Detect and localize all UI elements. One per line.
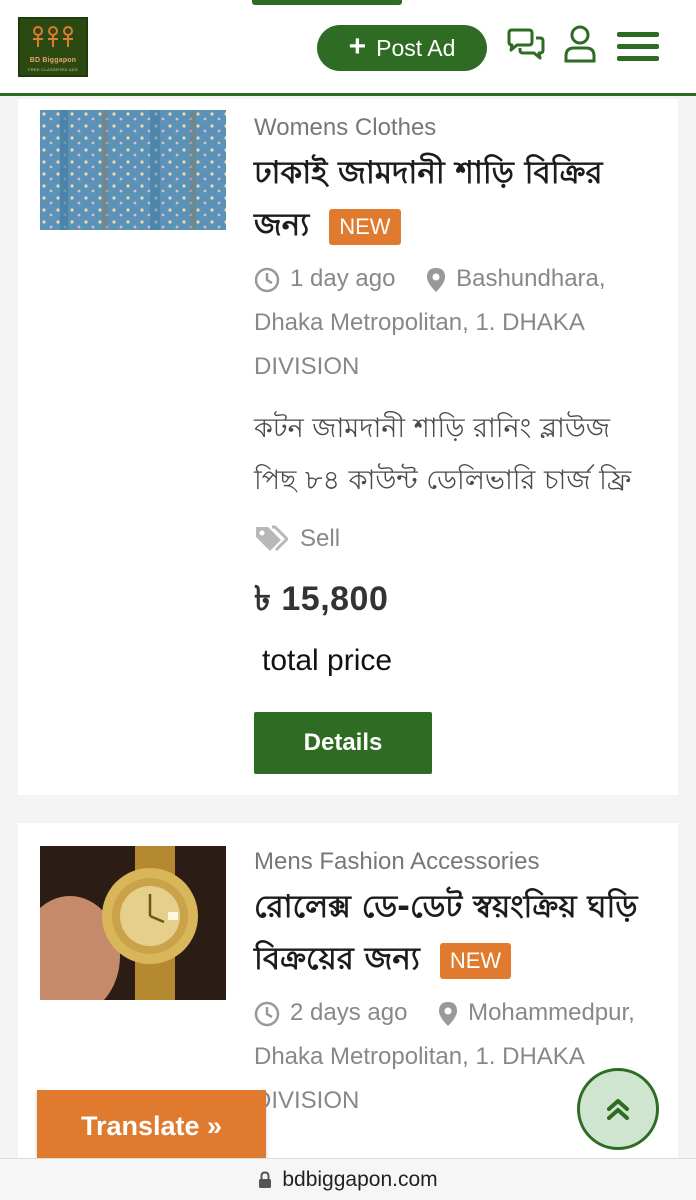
lock-icon — [259, 1170, 272, 1188]
listing-price-note: total price — [262, 644, 393, 677]
listing-time: 2 days ago — [290, 999, 408, 1026]
tag-icon — [256, 525, 288, 552]
new-badge: NEW — [329, 208, 401, 245]
listing-title[interactable]: রোলেক্স ডে-ডেট স্বয়ংক্রিয় ঘড়ি বিক্রয়… — [254, 881, 654, 985]
listing-thumbnail[interactable] — [40, 846, 226, 1000]
listing-time: 1 day ago — [290, 265, 396, 292]
listing-tag-label: Sell — [300, 525, 341, 552]
listing-category[interactable]: Womens Clothes — [254, 113, 654, 143]
listing-description: কটন জামদানী শাড়ি রানিং ব্লাউজ পিছ ৮৪ কা… — [254, 413, 632, 496]
details-button[interactable]: Details — [254, 712, 432, 774]
location-pin-icon — [439, 1001, 458, 1026]
plus-icon: + — [348, 29, 367, 63]
listing-title-text[interactable]: ঢাকাই জামদানী শাড়ি বিক্রির জন্য — [254, 155, 603, 243]
browser-url-bar[interactable]: bdbiggapon.com — [0, 1158, 696, 1200]
listing-tag: Sell — [254, 525, 654, 553]
chat-icon[interactable] — [505, 27, 547, 63]
user-icon[interactable] — [563, 24, 597, 64]
logo-tagline: FREE CLASSIFIED ADS — [28, 67, 78, 72]
location-pin-icon — [427, 267, 446, 292]
post-ad-label: Post Ad — [376, 34, 456, 61]
post-ad-button[interactable]: + Post Ad — [317, 25, 487, 71]
listing-card[interactable]: Womens Clothes ঢাকাই জামদানী শাড়ি বিক্র… — [18, 99, 678, 795]
scroll-to-top-button[interactable] — [577, 1068, 659, 1150]
url-text: bdbiggapon.com — [282, 1167, 438, 1191]
clock-icon — [254, 267, 280, 292]
listing-thumbnail[interactable] — [40, 110, 226, 230]
header-top-sliver — [252, 0, 402, 5]
listing-category[interactable]: Mens Fashion Accessories — [254, 847, 654, 877]
new-badge: NEW — [439, 942, 512, 979]
listing-content: Womens Clothes ঢাকাই জামদানী শাড়ি বিক্র… — [254, 113, 654, 774]
chevron-double-up-icon — [607, 1099, 629, 1120]
site-header: BD Biggapon FREE CLASSIFIED ADS + Post A… — [0, 0, 696, 96]
site-logo[interactable]: BD Biggapon FREE CLASSIFIED ADS — [18, 17, 88, 77]
listing-meta: 1 day ago Bashundhara, Dhaka Metropolita… — [254, 257, 654, 389]
logo-figures-icon — [33, 26, 73, 47]
listing-title[interactable]: ঢাকাই জামদানী শাড়ি বিক্রির জন্য NEW — [254, 147, 654, 251]
clock-icon — [254, 1001, 280, 1026]
logo-name: BD Biggapon — [29, 57, 77, 64]
listing-price: ৳ 15,800 — [254, 580, 389, 618]
menu-icon[interactable] — [617, 32, 659, 64]
translate-button[interactable]: Translate » — [37, 1090, 266, 1162]
